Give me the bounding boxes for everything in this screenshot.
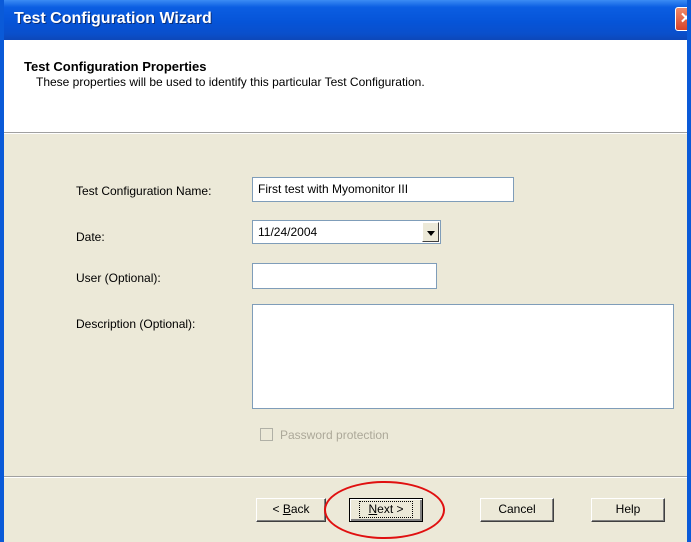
back-button-rest: ack [290,502,310,516]
wizard-window: Test Configuration Wizard ✕ Test Configu… [0,0,691,542]
date-label: Date: [76,230,105,244]
config-name-label: Test Configuration Name: [76,184,212,198]
help-button[interactable]: Help [591,498,665,522]
config-name-value: First test with Myomonitor III [258,182,409,196]
highlight-ellipse [324,481,445,539]
close-button[interactable]: ✕ [675,7,687,31]
user-input[interactable] [252,263,437,289]
back-button-prefix: < [272,502,283,516]
date-value: 11/24/2004 [258,225,318,239]
back-button[interactable]: < Back [256,498,326,522]
header-panel: Test Configuration Properties These prop… [4,40,687,133]
window-title: Test Configuration Wizard [14,10,212,27]
footer-divider [4,476,687,478]
close-icon: ✕ [680,10,687,27]
cancel-button[interactable]: Cancel [480,498,554,522]
back-button-accel: B [282,502,291,516]
title-bar[interactable]: Test Configuration Wizard ✕ [4,0,687,40]
description-textarea[interactable] [252,304,674,409]
password-label: Password protection [280,428,389,442]
description-label: Description (Optional): [76,317,196,331]
page-subtitle: These properties will be used to identif… [36,75,425,89]
password-checkbox[interactable] [260,428,273,441]
user-label: User (Optional): [76,271,161,285]
chevron-down-icon[interactable] [422,222,439,242]
page-title: Test Configuration Properties [24,59,207,74]
config-name-input[interactable]: First test with Myomonitor III [252,177,514,202]
date-select[interactable]: 11/24/2004 [252,220,441,244]
